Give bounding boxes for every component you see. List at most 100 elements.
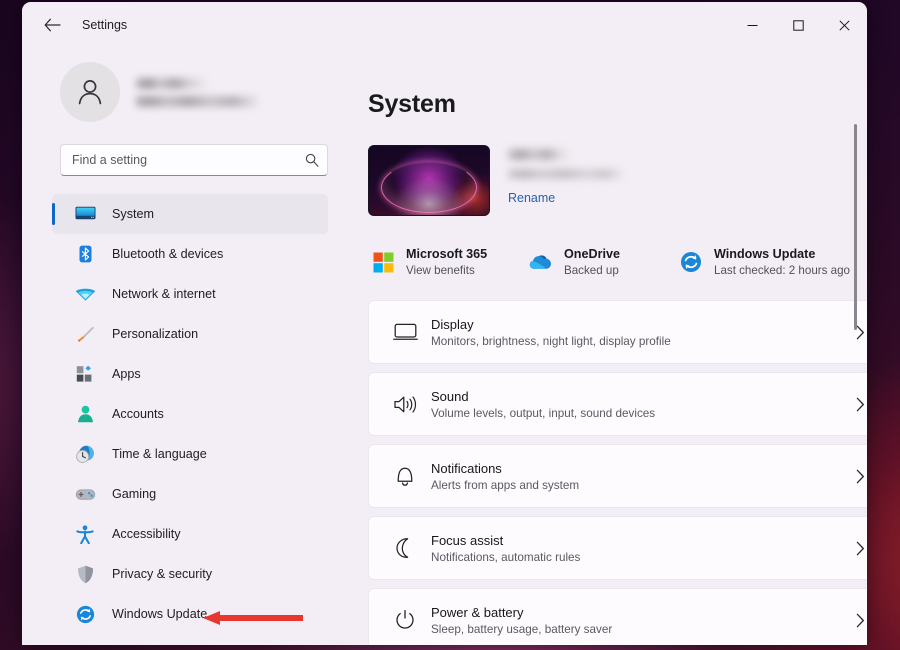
main-content: System Rename Microsoft 365 View benefit… <box>344 48 867 645</box>
card-text: Notifications Alerts from apps and syste… <box>431 461 843 492</box>
page-title: System <box>368 90 456 118</box>
bluetooth-icon <box>72 243 98 265</box>
minimize-button[interactable] <box>729 2 775 48</box>
status-subtitle: View benefits <box>406 264 475 277</box>
maximize-button[interactable] <box>775 2 821 48</box>
status-subtitle: Last checked: 2 hours ago <box>714 264 850 277</box>
card-subtitle: Sleep, battery usage, battery saver <box>431 622 613 636</box>
settings-card-list: Display Monitors, brightness, night ligh… <box>368 300 867 645</box>
scrollbar-thumb[interactable] <box>854 124 857 330</box>
card-title: Focus assist <box>431 532 504 548</box>
settings-card-sound[interactable]: Sound Volume levels, output, input, soun… <box>368 372 867 436</box>
gamepad-icon <box>72 483 98 505</box>
device-summary: Rename <box>368 145 867 216</box>
display-monitor-icon <box>385 322 425 342</box>
status-strip: Microsoft 365 View benefits OneDrive Bac… <box>368 244 867 280</box>
search-input[interactable] <box>60 144 328 176</box>
card-title: Power & battery <box>431 604 524 620</box>
card-subtitle: Alerts from apps and system <box>431 478 580 492</box>
status-title: Microsoft 365 <box>406 247 488 261</box>
account-block[interactable] <box>60 62 344 122</box>
sidebar-item-personalization[interactable]: Personalization <box>52 314 328 354</box>
desktop-wallpaper-thumbnail <box>368 145 490 216</box>
sidebar: System Bluetooth & devices <box>22 48 344 645</box>
windows-update-icon <box>72 603 98 625</box>
search-box <box>60 144 328 176</box>
sidebar-item-bluetooth-devices[interactable]: Bluetooth & devices <box>52 234 328 274</box>
card-text: Power & battery Sleep, battery usage, ba… <box>431 605 843 636</box>
sidebar-item-label: Accessibility <box>112 527 181 541</box>
window-body: System Bluetooth & devices <box>22 48 867 645</box>
wifi-icon <box>72 283 98 305</box>
sidebar-item-label: Gaming <box>112 487 157 501</box>
status-windows-update[interactable]: Windows Update Last checked: 2 hours ago <box>676 244 856 280</box>
card-subtitle: Volume levels, output, input, sound devi… <box>431 406 656 420</box>
microsoft-logo-icon <box>370 249 396 275</box>
sidebar-item-apps[interactable]: Apps <box>52 354 328 394</box>
status-text: OneDrive Backed up <box>564 247 620 277</box>
sidebar-item-label: Personalization <box>112 327 199 341</box>
desktop-background: Settings Find a setting System Bluetooth… <box>0 0 900 650</box>
device-info: Rename <box>508 145 624 216</box>
person-icon <box>72 403 98 425</box>
apps-grid-icon <box>72 363 98 385</box>
status-title: Windows Update <box>714 247 816 261</box>
back-arrow-icon <box>44 18 61 32</box>
settings-card-power-battery[interactable]: Power & battery Sleep, battery usage, ba… <box>368 588 867 645</box>
speaker-icon <box>385 394 425 415</box>
card-title: Display <box>431 316 474 332</box>
sidebar-item-time-language[interactable]: Time & language <box>52 434 328 474</box>
status-onedrive[interactable]: OneDrive Backed up <box>526 244 676 280</box>
scrollbar[interactable] <box>851 48 861 645</box>
moon-icon <box>385 537 425 559</box>
sidebar-item-label: Accounts <box>112 407 164 421</box>
window-title-bar: Settings <box>22 2 867 48</box>
account-name-redacted <box>136 77 208 89</box>
windows-update-icon <box>678 249 704 275</box>
sidebar-item-label: System <box>112 207 154 221</box>
accessibility-person-icon <box>72 523 98 545</box>
window-controls <box>729 2 867 48</box>
card-subtitle: Notifications, automatic rules <box>431 550 581 564</box>
onedrive-cloud-icon <box>528 249 554 275</box>
power-icon <box>385 609 425 631</box>
sidebar-item-label: Privacy & security <box>112 567 213 581</box>
account-text <box>136 77 260 107</box>
status-title: OneDrive <box>564 247 620 261</box>
status-microsoft-365[interactable]: Microsoft 365 View benefits <box>368 244 526 280</box>
pc-name-redacted <box>508 149 571 160</box>
sidebar-item-gaming[interactable]: Gaming <box>52 474 328 514</box>
sidebar-item-accessibility[interactable]: Accessibility <box>52 514 328 554</box>
pc-model-redacted <box>508 169 624 179</box>
close-icon <box>838 19 850 31</box>
card-text: Display Monitors, brightness, night ligh… <box>431 317 843 348</box>
settings-card-display[interactable]: Display Monitors, brightness, night ligh… <box>368 300 867 364</box>
person-avatar-icon <box>78 80 102 105</box>
card-text: Sound Volume levels, output, input, soun… <box>431 389 843 420</box>
settings-window: Settings Find a setting System Bluetooth… <box>22 2 867 645</box>
close-button[interactable] <box>821 2 867 48</box>
sidebar-item-label: Windows Update <box>112 607 208 621</box>
sidebar-item-label: Time & language <box>112 447 207 461</box>
card-text: Focus assist Notifications, automatic ru… <box>431 533 843 564</box>
account-email-redacted <box>136 95 260 107</box>
sidebar-item-privacy-security[interactable]: Privacy & security <box>52 554 328 594</box>
rename-link[interactable]: Rename <box>508 191 555 205</box>
maximize-icon <box>792 19 804 31</box>
settings-card-focus-assist[interactable]: Focus assist Notifications, automatic ru… <box>368 516 867 580</box>
sidebar-nav-list: System Bluetooth & devices Network & int… <box>22 194 344 634</box>
minimize-icon <box>747 24 757 26</box>
clock-globe-icon <box>72 443 98 465</box>
status-text: Microsoft 365 View benefits <box>406 247 487 277</box>
sidebar-item-system[interactable]: System <box>52 194 328 234</box>
sidebar-item-windows-update[interactable]: Windows Update <box>52 594 328 634</box>
sidebar-item-network-internet[interactable]: Network & internet <box>52 274 328 314</box>
back-button[interactable] <box>36 10 68 40</box>
sidebar-item-label: Network & internet <box>112 287 216 301</box>
status-text: Windows Update Last checked: 2 hours ago <box>714 247 850 277</box>
app-title: Settings <box>82 18 128 32</box>
sidebar-item-accounts[interactable]: Accounts <box>52 394 328 434</box>
settings-card-notifications[interactable]: Notifications Alerts from apps and syste… <box>368 444 867 508</box>
avatar <box>60 62 120 122</box>
card-subtitle: Monitors, brightness, night light, displ… <box>431 334 671 348</box>
